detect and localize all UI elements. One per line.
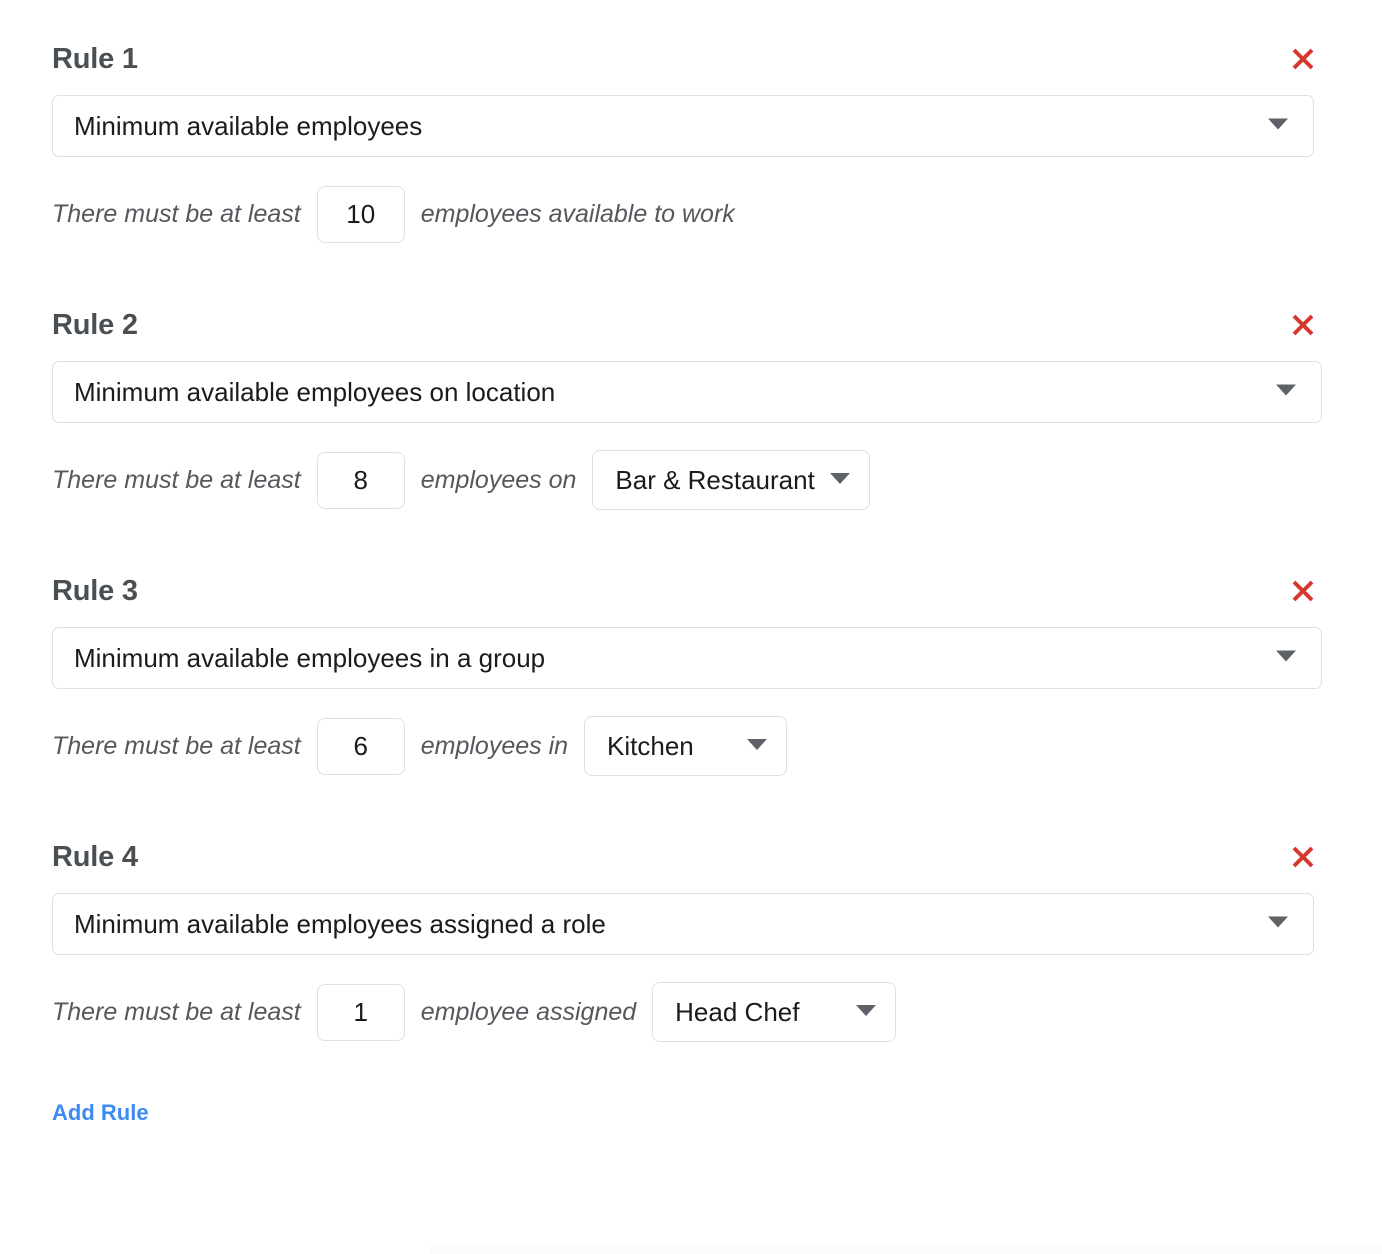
add-rule-link[interactable]: Add Rule — [52, 1102, 149, 1124]
rule-amount-input-1[interactable]: 10 — [317, 186, 405, 243]
rule-title-4: Rule 4 — [52, 843, 138, 872]
rule-condition-row-1: There must be at least 10 employees avai… — [52, 183, 1330, 245]
rule-title-2: Rule 2 — [52, 311, 138, 340]
close-x-icon — [1289, 843, 1317, 871]
close-x-icon — [1289, 311, 1317, 339]
rule-prefix-text-4: There must be at least — [52, 1000, 301, 1025]
rule-block-1: Rule 1 Minimum available employees There… — [0, 0, 1382, 245]
chevron-down-icon — [829, 471, 851, 490]
delete-rule-button-3[interactable] — [1286, 574, 1320, 608]
rule-type-select-4[interactable]: Minimum available employees assigned a r… — [52, 893, 1314, 955]
close-x-icon — [1289, 577, 1317, 605]
rule-header-4: Rule 4 — [52, 834, 1330, 880]
rule-amount-input-2[interactable]: 8 — [317, 452, 405, 509]
rule-prefix-text-3: There must be at least — [52, 734, 301, 759]
delete-rule-button-4[interactable] — [1286, 840, 1320, 874]
rule-block-2: Rule 2 Minimum available employees on lo… — [0, 245, 1382, 511]
rule-type-select-1[interactable]: Minimum available employees — [52, 95, 1314, 157]
rule-suffix-text-3: employees in — [421, 734, 568, 759]
chevron-down-icon — [1275, 383, 1297, 402]
rule-block-3: Rule 3 Minimum available employees in a … — [0, 511, 1382, 777]
chevron-down-icon — [746, 737, 768, 756]
rule-type-value-1: Minimum available employees — [53, 113, 422, 139]
rule-target-value-3: Kitchen — [607, 733, 694, 759]
chevron-down-icon — [1267, 915, 1289, 934]
rule-prefix-text-1: There must be at least — [52, 202, 301, 227]
chevron-down-icon — [1275, 649, 1297, 668]
rule-target-value-4: Head Chef — [675, 999, 799, 1025]
rule-target-select-2[interactable]: Bar & Restaurant — [592, 450, 869, 510]
rule-target-select-3[interactable]: Kitchen — [584, 716, 787, 776]
rule-type-select-3[interactable]: Minimum available employees in a group — [52, 627, 1322, 689]
rule-type-select-2[interactable]: Minimum available employees on location — [52, 361, 1322, 423]
add-rule-row: Add Rule — [0, 1102, 1382, 1125]
rule-type-value-4: Minimum available employees assigned a r… — [53, 911, 606, 937]
rule-type-value-3: Minimum available employees in a group — [53, 645, 545, 671]
rule-suffix-text-4: employee assigned — [421, 1000, 636, 1025]
rule-header-2: Rule 2 — [52, 302, 1330, 348]
rule-block-4: Rule 4 Minimum available employees assig… — [0, 777, 1382, 1043]
rule-suffix-text-1: employees available to work — [421, 202, 735, 227]
rule-condition-row-2: There must be at least 8 employees on Ba… — [52, 449, 1330, 511]
chevron-down-icon — [855, 1003, 877, 1022]
delete-rule-button-2[interactable] — [1286, 308, 1320, 342]
rule-condition-row-4: There must be at least 1 employee assign… — [52, 981, 1330, 1043]
rules-panel: Rule 1 Minimum available employees There… — [0, 0, 1382, 1125]
bottom-panel-edge — [430, 1243, 1382, 1254]
rule-header-3: Rule 3 — [52, 568, 1330, 614]
rule-suffix-text-2: employees on — [421, 468, 577, 493]
rule-title-3: Rule 3 — [52, 577, 138, 606]
rule-target-select-4[interactable]: Head Chef — [652, 982, 896, 1042]
delete-rule-button-1[interactable] — [1286, 42, 1320, 76]
close-x-icon — [1289, 45, 1317, 73]
rule-target-value-2: Bar & Restaurant — [615, 467, 814, 493]
rule-type-value-2: Minimum available employees on location — [53, 379, 555, 405]
chevron-down-icon — [1267, 117, 1289, 136]
rule-prefix-text-2: There must be at least — [52, 468, 301, 493]
rule-condition-row-3: There must be at least 6 employees in Ki… — [52, 715, 1330, 777]
rule-header-1: Rule 1 — [52, 36, 1330, 82]
rule-amount-input-3[interactable]: 6 — [317, 718, 405, 775]
rule-title-1: Rule 1 — [52, 45, 138, 74]
rule-amount-input-4[interactable]: 1 — [317, 984, 405, 1041]
